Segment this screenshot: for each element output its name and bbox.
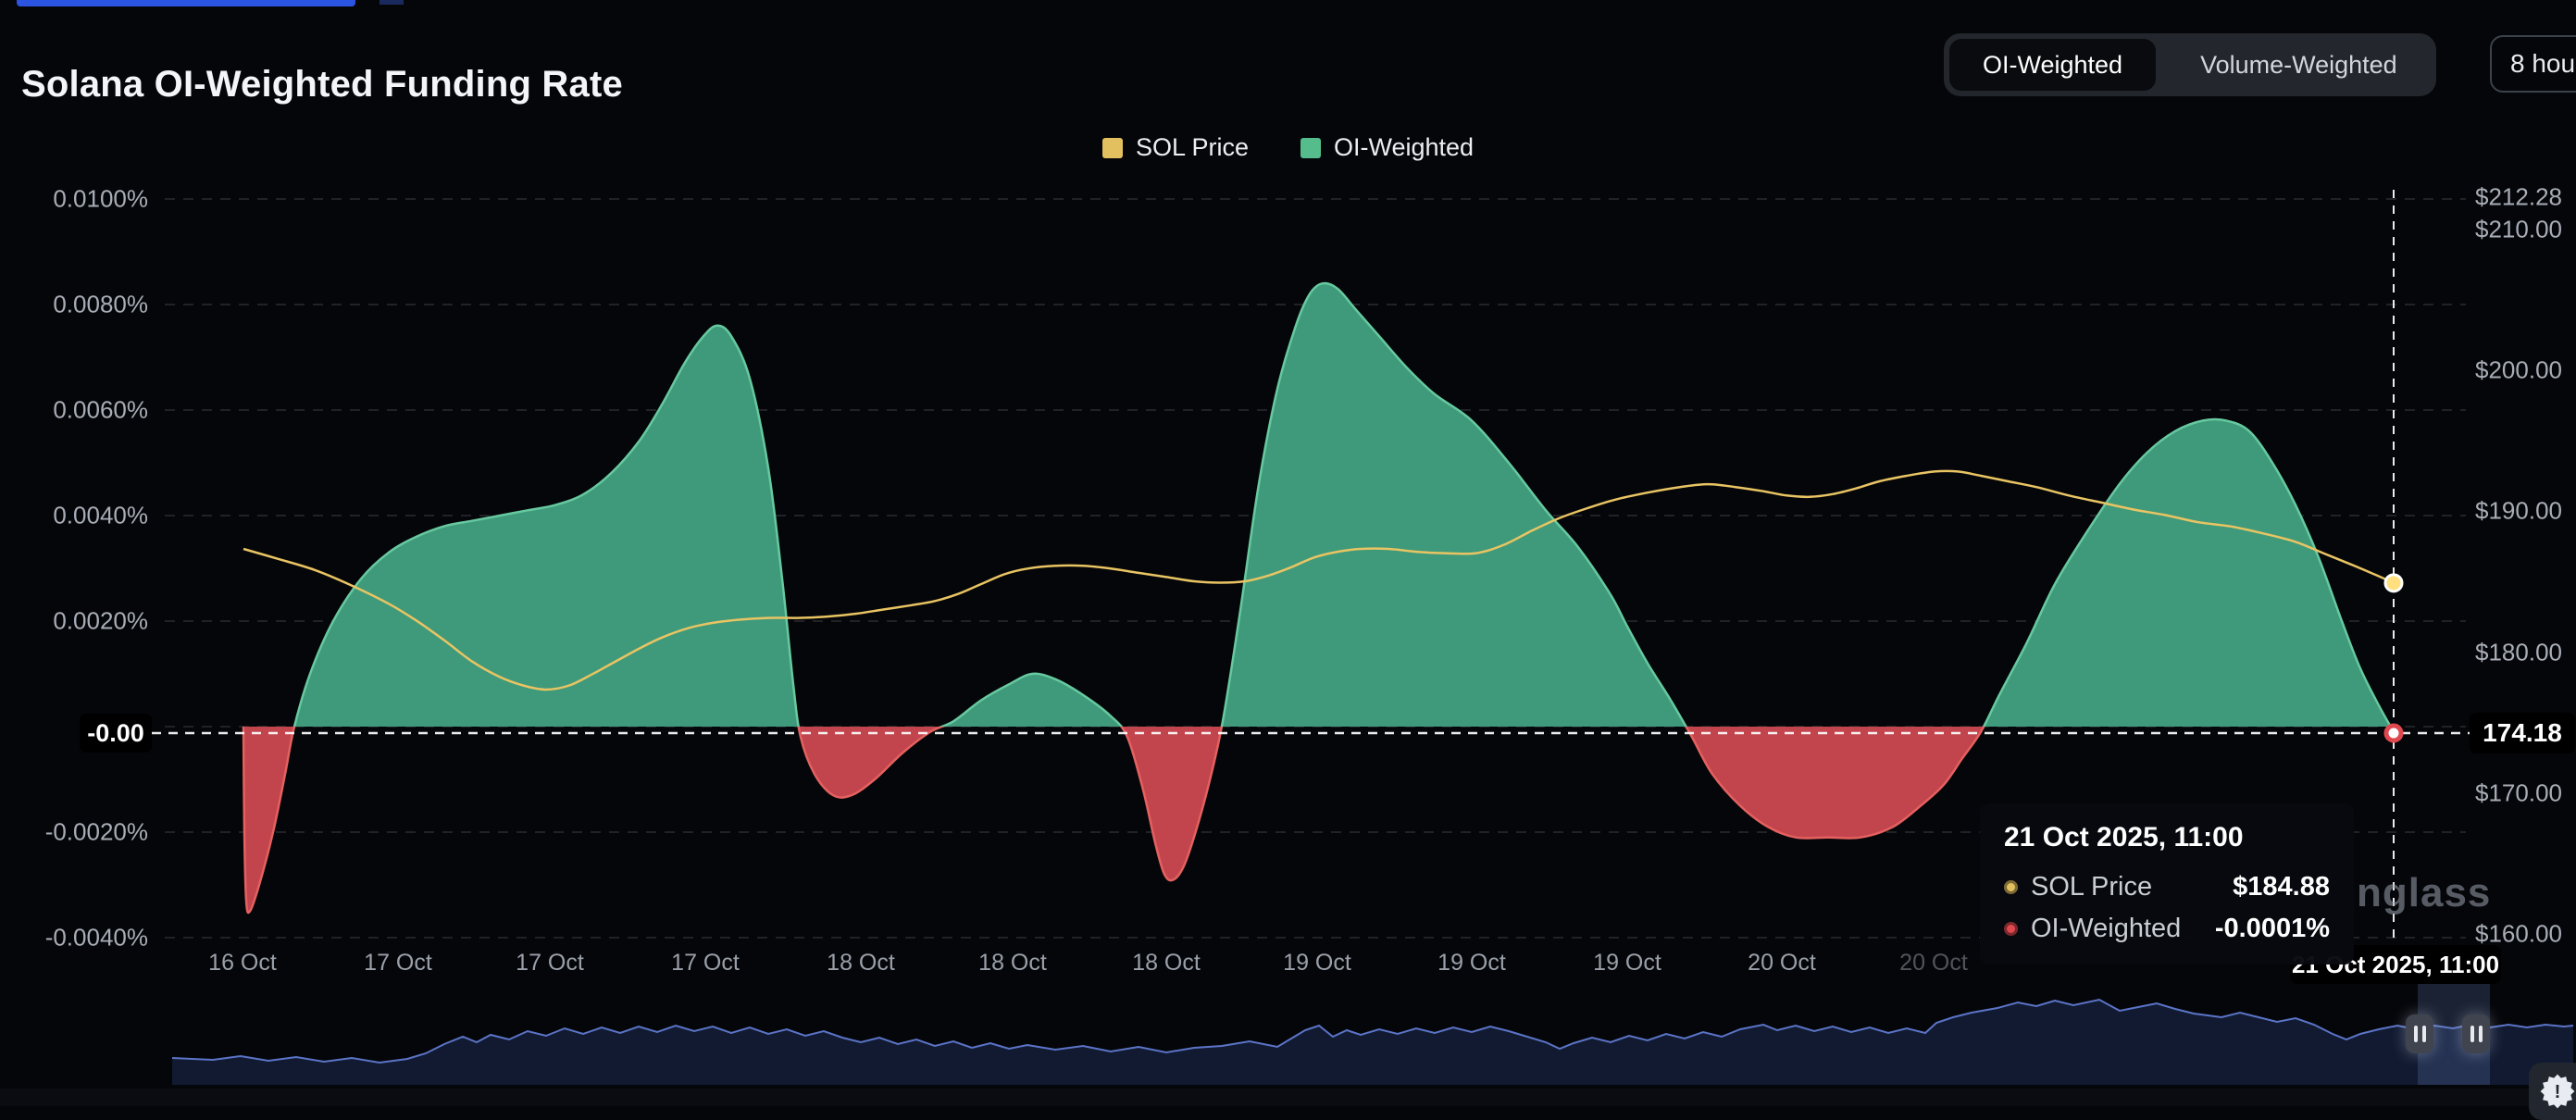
x-axis-label: 19 Oct: [1283, 950, 1351, 977]
y-axis-label: 0.0080%: [0, 291, 148, 319]
legend-item-oi-weighted[interactable]: OI-Weighted: [1300, 133, 1474, 162]
y-axis-label: 0.0100%: [0, 185, 148, 214]
legend-label: OI-Weighted: [1334, 133, 1474, 162]
y-axis-label: -0.0040%: [0, 924, 148, 952]
y-axis-label: $200.00: [2475, 356, 2562, 385]
y-axis-label: $210.00: [2475, 216, 2562, 244]
y-axis-label: $212.28: [2475, 183, 2562, 212]
tooltip-series-value: $184.88: [2233, 872, 2330, 902]
tooltip-row-oi-weighted: OI-Weighted -0.0001%: [2004, 914, 2330, 944]
y-axis-label: 0.0020%: [0, 607, 148, 636]
y-axis-label: $190.00: [2475, 497, 2562, 526]
x-axis-label: 16 Oct: [208, 950, 277, 977]
sol-price-dot-icon: [2004, 880, 2018, 894]
svg-text:!: !: [2555, 1082, 2561, 1102]
y-axis-label: 0.0060%: [0, 396, 148, 425]
tooltip-series-name: SOL Price: [2031, 872, 2152, 902]
x-axis-label: 17 Oct: [516, 950, 584, 977]
y-axis-label: $160.00: [2475, 920, 2562, 949]
bottom-scroll-strip[interactable]: [0, 1089, 2576, 1106]
y-axis-label: -0.0020%: [0, 818, 148, 847]
navigator-right-handle[interactable]: [2462, 1014, 2490, 1053]
x-axis-label: 19 Oct: [1593, 950, 1661, 977]
oi-weighted-dot-icon: [2004, 922, 2018, 936]
tooltip-series-name: OI-Weighted: [2031, 914, 2181, 944]
x-axis-label: 17 Oct: [364, 950, 432, 977]
tooltip-series-value: -0.0001%: [2215, 914, 2330, 944]
x-axis-label: 18 Oct: [827, 950, 895, 977]
x-axis-label: 20 Oct: [1899, 950, 1968, 977]
crosshair-rate-pill: -0.00: [80, 714, 152, 753]
x-axis-label: 19 Oct: [1437, 950, 1506, 977]
y-axis-label: 0.0040%: [0, 502, 148, 530]
x-axis-label: 18 Oct: [978, 950, 1047, 977]
price-endpoint-marker: [2385, 575, 2402, 591]
x-axis-label: 20 Oct: [1748, 950, 1816, 977]
announcement-badge-button[interactable]: !: [2529, 1063, 2576, 1120]
y-axis-label: $170.00: [2475, 779, 2562, 808]
oi-weighted-swatch: [1300, 138, 1321, 158]
chart-tooltip: 21 Oct 2025, 11:00 SOL Price $184.88 OI-…: [1980, 803, 2354, 964]
legend-item-sol-price[interactable]: SOL Price: [1102, 133, 1249, 162]
x-axis-label: 17 Oct: [671, 950, 740, 977]
chart-legend: SOL Price OI-Weighted: [0, 133, 2576, 162]
coinglass-watermark: nglass: [2357, 870, 2491, 916]
tooltip-row-sol-price: SOL Price $184.88: [2004, 872, 2330, 902]
navigator-left-handle[interactable]: [2406, 1014, 2433, 1053]
navigator-area: [172, 1000, 2573, 1085]
funding-endpoint-marker: [2386, 726, 2401, 740]
y-axis-label: $180.00: [2475, 639, 2562, 667]
crosshair-price-pill: 174.18: [2470, 713, 2575, 753]
tooltip-date: 21 Oct 2025, 11:00: [2004, 822, 2330, 853]
x-axis-label: 18 Oct: [1132, 950, 1201, 977]
legend-label: SOL Price: [1136, 133, 1249, 162]
sol-price-swatch: [1102, 138, 1123, 158]
